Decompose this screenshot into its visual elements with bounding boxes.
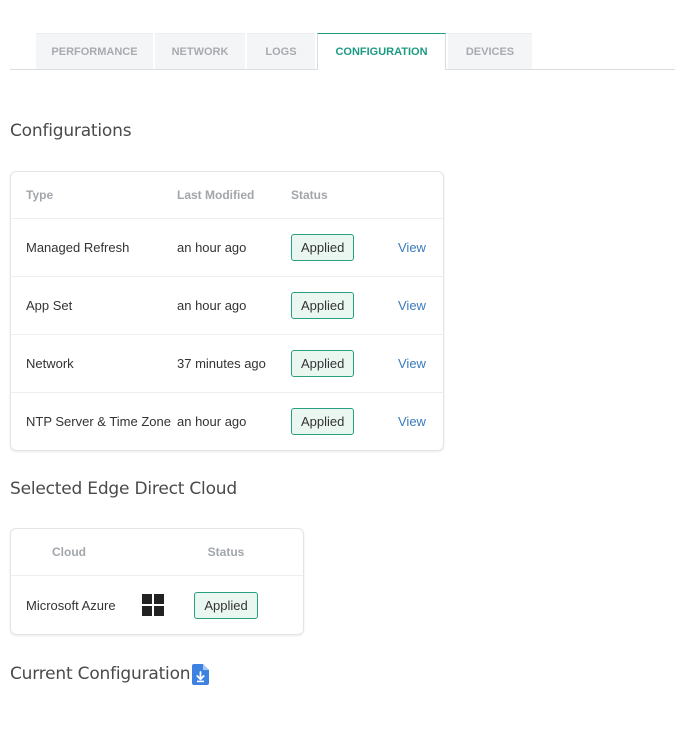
download-document-icon[interactable] [192, 664, 209, 685]
status-cell: Applied [291, 392, 383, 450]
column-header-cloud: Cloud [52, 545, 86, 559]
column-header-status: Status [207, 545, 245, 559]
status-cell: Applied [179, 575, 273, 634]
action-cell: View [383, 218, 443, 277]
tab-bar: PERFORMANCE NETWORK LOGS CONFIGURATION D… [10, 32, 675, 70]
action-cell: View [383, 334, 443, 393]
column-header-blank [273, 529, 303, 576]
status-badge: Applied [194, 591, 258, 619]
config-type: Network [11, 334, 177, 393]
column-header-action [383, 172, 443, 219]
windows-logo-icon [142, 594, 164, 616]
table-header-row: Cloud Status [11, 529, 303, 576]
tab-logs[interactable]: LOGS [247, 33, 315, 69]
cloud-table: Cloud Status Microsoft Azure Applied [11, 529, 303, 634]
view-link[interactable]: View [398, 240, 426, 255]
status-badge: Applied [291, 234, 355, 261]
config-last-modified: an hour ago [177, 392, 291, 450]
cloud-name: Microsoft Azure [11, 575, 127, 634]
column-header-last-modified: Last Modified [177, 188, 255, 202]
status-badge: Applied [291, 350, 355, 377]
config-last-modified: 37 minutes ago [177, 334, 291, 393]
blank-cell [273, 575, 303, 634]
config-type: NTP Server & Time Zone [11, 392, 177, 450]
table-row: Network 37 minutes ago Applied View [11, 334, 443, 393]
cloud-heading: Selected Edge Direct Cloud [10, 479, 237, 499]
column-header-type: Type [26, 188, 54, 202]
configurations-table: Type Last Modified Status Managed Refres… [11, 172, 443, 450]
table-header-row: Type Last Modified Status [11, 172, 443, 219]
tab-configuration[interactable]: CONFIGURATION [317, 33, 446, 70]
tab-performance[interactable]: PERFORMANCE [36, 33, 153, 69]
view-link[interactable]: View [398, 298, 426, 313]
action-cell: View [383, 276, 443, 335]
config-last-modified: an hour ago [177, 218, 291, 277]
status-badge: Applied [291, 408, 355, 435]
config-last-modified: an hour ago [177, 276, 291, 335]
status-cell: Applied [291, 218, 383, 277]
configurations-table-card: Type Last Modified Status Managed Refres… [10, 171, 444, 451]
view-link[interactable]: View [398, 414, 426, 429]
action-cell: View [383, 392, 443, 450]
configurations-heading: Configurations [10, 121, 132, 141]
table-row: App Set an hour ago Applied View [11, 276, 443, 335]
view-link[interactable]: View [398, 356, 426, 371]
column-header-icon [127, 529, 179, 576]
config-type: App Set [11, 276, 177, 335]
config-type: Managed Refresh [11, 218, 177, 277]
tab-network[interactable]: NETWORK [155, 33, 245, 69]
table-row: NTP Server & Time Zone an hour ago Appli… [11, 392, 443, 450]
cloud-icon-cell [127, 575, 179, 634]
status-cell: Applied [291, 276, 383, 335]
cloud-table-card: Cloud Status Microsoft Azure Applied [10, 528, 304, 635]
current-configuration-heading: Current Configuration [10, 664, 191, 684]
status-cell: Applied [291, 334, 383, 393]
status-badge: Applied [291, 292, 355, 319]
table-row: Managed Refresh an hour ago Applied View [11, 218, 443, 277]
tab-devices[interactable]: DEVICES [448, 33, 532, 69]
column-header-status: Status [291, 188, 328, 202]
table-row: Microsoft Azure Applied [11, 575, 303, 634]
